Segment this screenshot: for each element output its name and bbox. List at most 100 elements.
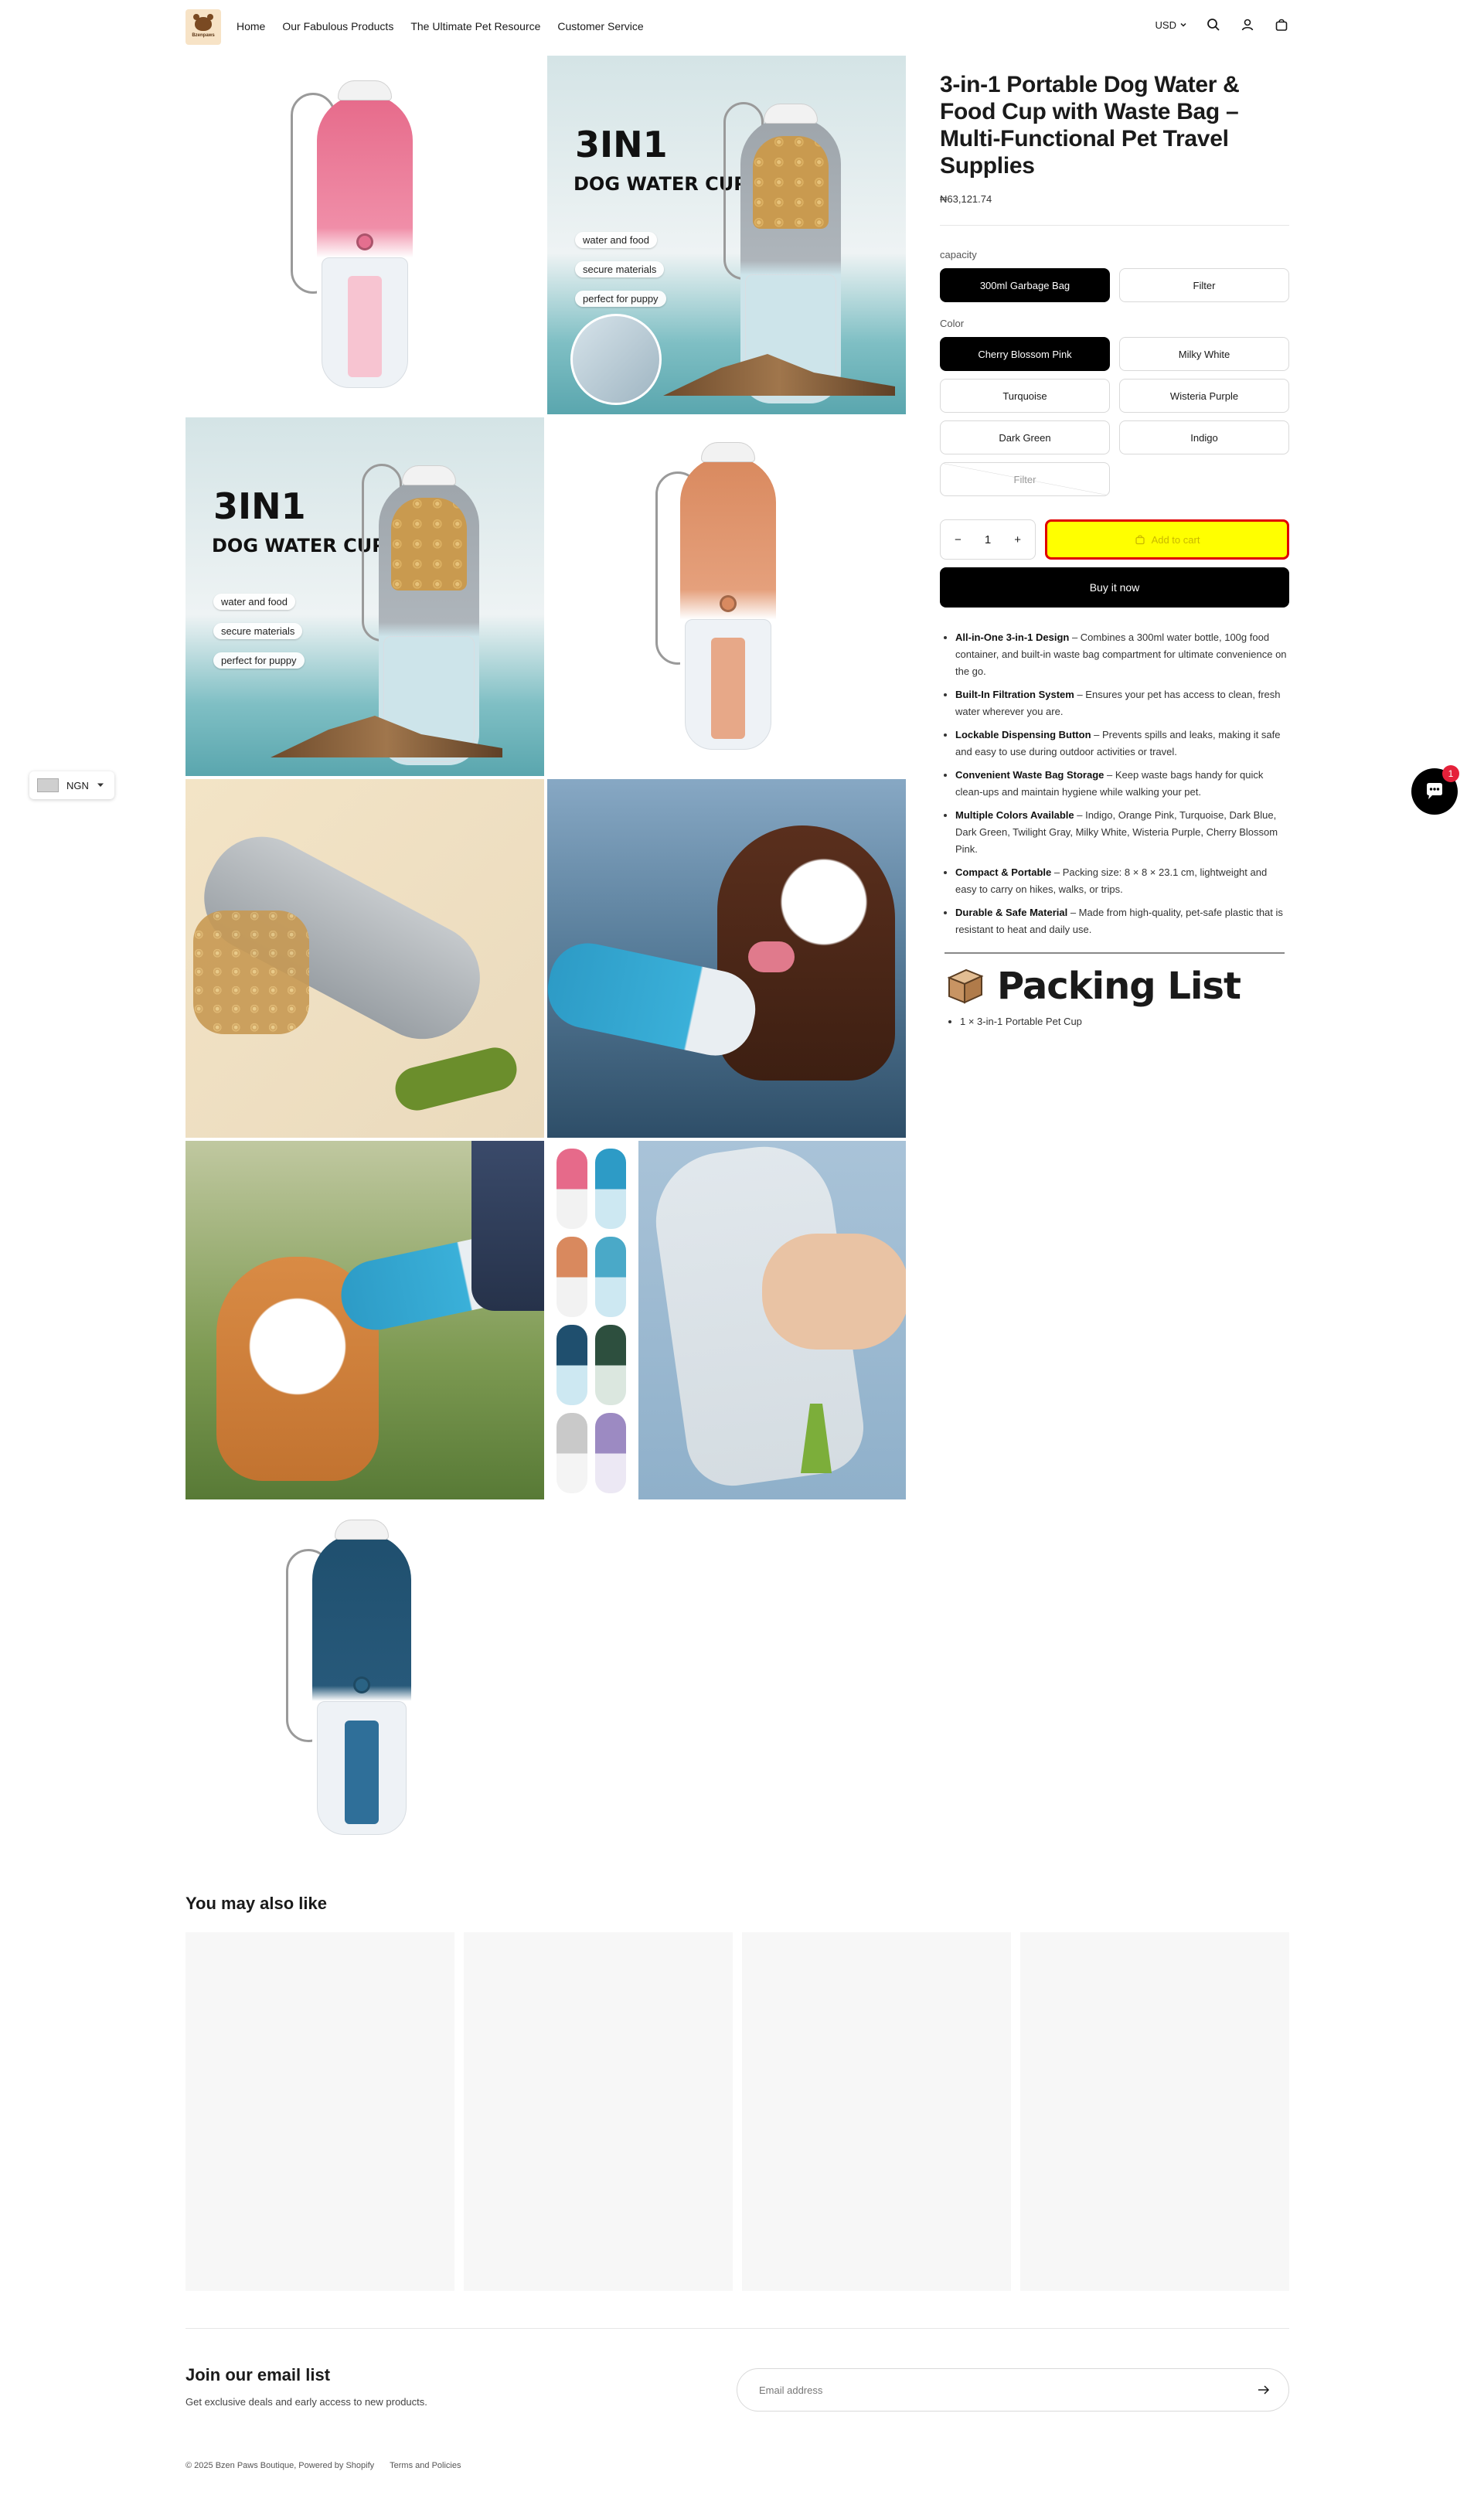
account-icon[interactable] <box>1240 17 1255 32</box>
color-options: Cherry Blossom Pink Milky White Turquois… <box>940 337 1289 496</box>
kibble-shape <box>193 911 309 1034</box>
capacity-label: capacity <box>940 249 977 260</box>
product-card-placeholder[interactable] <box>464 1932 733 2291</box>
bag-icon <box>1135 535 1145 545</box>
list-item: Convenient Waste Bag Storage – Keep wast… <box>955 767 1289 801</box>
packing-heading: Packing List <box>940 965 1289 1008</box>
product-image-kibble[interactable] <box>186 779 544 1138</box>
product-image-hand[interactable] <box>638 1141 906 1499</box>
currency-code: USD <box>1155 19 1176 31</box>
qty-minus-button[interactable]: − <box>955 533 962 546</box>
feature-list: All-in-One 3-in-1 Design – Combines a 30… <box>940 629 1289 938</box>
product-card-placeholder[interactable] <box>186 1932 454 2291</box>
color-option-cherry-blossom-pink[interactable]: Cherry Blossom Pink <box>940 337 1110 371</box>
feature-pill: secure materials <box>575 261 665 277</box>
overlay-title: 3IN1 <box>213 485 306 527</box>
product-image-3in1-b[interactable]: 3IN1 DOG WATER CUP water and food secure… <box>186 417 544 776</box>
overlay-title: 3IN1 <box>575 124 668 165</box>
feature-pill: perfect for puppy <box>575 291 666 307</box>
capacity-option-filter[interactable]: Filter <box>1119 268 1289 302</box>
feature-pill: water and food <box>575 232 658 248</box>
quantity-stepper: − 1 + <box>940 519 1036 560</box>
currency-dropdown[interactable]: USD <box>1156 19 1187 31</box>
header-actions: USD <box>1156 17 1289 32</box>
list-item: Lockable Dispensing Button – Prevents sp… <box>955 727 1289 761</box>
logo-text: Bzenpaws <box>192 32 215 38</box>
product-card-placeholder[interactable] <box>1020 1932 1289 2291</box>
product-image-pink[interactable] <box>186 56 544 414</box>
notification-badge: 1 <box>1442 765 1459 782</box>
product-image-dog-drinking[interactable] <box>547 779 906 1138</box>
site-header: Bzenpaws Home Our Fabulous Products The … <box>0 0 1484 56</box>
chevron-down-icon <box>1180 22 1186 27</box>
cart-row: − 1 + Add to cart <box>940 519 1289 560</box>
product-image-3in1-a[interactable]: 3IN1 DOG WATER CUP water and food secure… <box>547 56 906 414</box>
product-image-dark-blue[interactable] <box>186 1503 544 1861</box>
package-icon <box>945 965 986 1007</box>
nav-products[interactable]: Our Fabulous Products <box>282 20 393 32</box>
person-leg <box>471 1141 544 1311</box>
product-image-orange[interactable] <box>547 417 906 776</box>
kibble-shape <box>391 498 467 591</box>
add-to-cart-label: Add to cart <box>1151 533 1200 546</box>
hand-shape <box>762 1234 906 1350</box>
feature-pill: water and food <box>213 594 296 610</box>
qty-plus-button[interactable]: + <box>1014 533 1021 546</box>
nav-home[interactable]: Home <box>237 20 265 32</box>
color-label: Color <box>940 318 965 329</box>
terms-link[interactable]: Terms and Policies <box>390 2461 461 2470</box>
feature-pill: perfect for puppy <box>213 652 305 669</box>
list-item: Multiple Colors Available – Indigo, Oran… <box>955 807 1289 858</box>
store-logo[interactable]: Bzenpaws <box>186 9 221 45</box>
list-item: Compact & Portable – Packing size: 8 × 8… <box>955 864 1289 898</box>
chat-button[interactable]: 1 <box>1411 765 1459 815</box>
capacity-options: 300ml Garbage Bag Filter <box>940 268 1289 302</box>
list-item: Durable & Safe Material – Made from high… <box>955 904 1289 938</box>
inset-circle <box>570 314 662 405</box>
add-to-cart-button[interactable]: Add to cart <box>1045 519 1289 560</box>
qty-value[interactable]: 1 <box>985 533 991 546</box>
email-input[interactable] <box>759 2384 1223 2396</box>
packing-list: 1 × 3-in-1 Portable Pet Cup <box>940 1016 1289 1027</box>
divider <box>186 2328 1289 2329</box>
product-title: 3-in-1 Portable Dog Water & Food Cup wit… <box>940 72 1240 179</box>
section-rule <box>945 952 1285 954</box>
arrow-right-icon[interactable] <box>1258 2384 1270 2395</box>
bottle-shape <box>680 442 776 753</box>
cart-icon[interactable] <box>1274 17 1289 32</box>
currency-code: NGN <box>66 779 89 791</box>
overlay-subtitle: DOG WATER CUP <box>574 173 747 195</box>
currency-selector[interactable]: NGN <box>29 771 114 799</box>
chat-bubble-icon <box>1427 783 1442 799</box>
product-card-placeholder[interactable] <box>742 1932 1011 2291</box>
color-option-indigo[interactable]: Indigo <box>1119 420 1289 454</box>
divider <box>940 225 1289 226</box>
flag-icon <box>37 778 59 792</box>
color-option-milky-white[interactable]: Milky White <box>1119 337 1289 371</box>
site-footer: © 2025 Bzen Paws Boutique, Powered by Sh… <box>186 2461 461 2470</box>
bottle-shape <box>317 80 413 391</box>
color-option-turquoise[interactable]: Turquoise <box>940 379 1110 413</box>
color-option-wisteria-purple[interactable]: Wisteria Purple <box>1119 379 1289 413</box>
recommendations-title: You may also like <box>186 1894 328 1913</box>
bottle-shape <box>312 1520 411 1838</box>
buy-now-button[interactable]: Buy it now <box>940 567 1289 608</box>
waste-bag-roll <box>390 1043 522 1115</box>
product-image-color-variants[interactable] <box>547 1141 637 1499</box>
capacity-option-garbage-bag[interactable]: 300ml Garbage Bag <box>940 268 1110 302</box>
copyright-text: © 2025 Bzen Paws Boutique, Powered by Sh… <box>186 2461 375 2470</box>
color-option-dark-green[interactable]: Dark Green <box>940 420 1110 454</box>
newsletter-form <box>737 2368 1289 2412</box>
bottle-shape <box>379 465 479 765</box>
main-nav: Home Our Fabulous Products The Ultimate … <box>237 20 644 32</box>
product-image-corgi[interactable] <box>186 1141 544 1499</box>
nav-customer-service[interactable]: Customer Service <box>557 20 643 32</box>
color-option-filter[interactable]: Filter <box>940 462 1110 496</box>
list-item: All-in-One 3-in-1 Design – Combines a 30… <box>955 629 1289 680</box>
kibble-shape <box>753 136 829 229</box>
caret-down-icon <box>97 783 104 787</box>
nav-pet-resource[interactable]: The Ultimate Pet Resource <box>410 20 540 32</box>
search-icon[interactable] <box>1206 17 1221 32</box>
dog-tongue <box>748 941 795 972</box>
feature-pill: secure materials <box>213 623 303 639</box>
